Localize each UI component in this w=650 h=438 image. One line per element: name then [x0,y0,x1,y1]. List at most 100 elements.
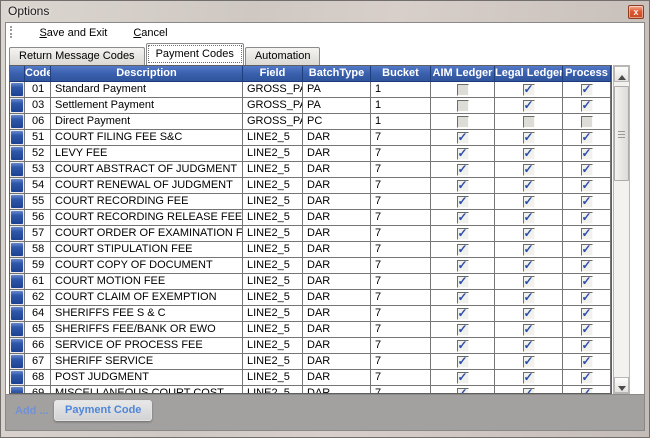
legal-ledger-checkbox[interactable] [522,274,535,289]
cell-code[interactable]: 03 [25,98,51,114]
aim-ledger-cell[interactable] [431,146,495,162]
aim-ledger-checkbox[interactable] [456,162,469,177]
scroll-down-icon[interactable] [614,377,629,393]
process-cell[interactable] [563,386,611,393]
row-selector[interactable] [10,290,25,306]
cell-description[interactable]: SHERIFFS FEE S & C [51,306,243,322]
cell-description[interactable]: COURT RECORDING FEE [51,194,243,210]
cell-bucket[interactable]: 7 [371,162,431,178]
cell-description[interactable]: COURT STIPULATION FEE [51,242,243,258]
process-cell[interactable] [563,290,611,306]
cell-description[interactable]: COURT MOTION FEE [51,274,243,290]
cell-bucket[interactable]: 7 [371,274,431,290]
cell-code[interactable]: 58 [25,242,51,258]
cell-bucket[interactable]: 7 [371,338,431,354]
cell-description[interactable]: MISCELLANEOUS COURT COST [51,386,243,393]
process-checkbox[interactable] [580,290,593,305]
legal-ledger-checkbox[interactable] [522,306,535,321]
tab-payment-codes[interactable]: Payment Codes [145,43,244,65]
row-selector[interactable] [10,146,25,162]
process-checkbox[interactable] [580,322,593,337]
legal-ledger-checkbox[interactable] [522,210,535,225]
cell-bucket[interactable]: 7 [371,130,431,146]
cell-bucket[interactable]: 1 [371,98,431,114]
cell-code[interactable]: 06 [25,114,51,130]
process-cell[interactable] [563,306,611,322]
cell-field[interactable]: LINE2_5 [243,354,303,370]
legal-ledger-cell[interactable] [495,274,563,290]
cell-code[interactable]: 69 [25,386,51,393]
aim-ledger-cell[interactable] [431,306,495,322]
cell-description[interactable]: Settlement Payment [51,98,243,114]
aim-ledger-checkbox[interactable] [456,354,469,369]
legal-ledger-checkbox[interactable] [522,258,535,273]
close-icon[interactable]: x [628,5,644,19]
aim-ledger-checkbox[interactable] [456,370,469,385]
row-selector[interactable] [10,370,25,386]
menu-item-save-and-exit[interactable]: Save and Exit [31,24,115,42]
cell-batch-type[interactable]: DAR [303,146,371,162]
column-header-description[interactable]: Description [51,66,243,82]
cell-batch-type[interactable]: DAR [303,370,371,386]
aim-ledger-cell[interactable] [431,370,495,386]
legal-ledger-cell[interactable] [495,194,563,210]
aim-ledger-checkbox[interactable] [456,258,469,273]
cell-batch-type[interactable]: DAR [303,274,371,290]
cell-field[interactable]: LINE2_5 [243,130,303,146]
cell-code[interactable]: 66 [25,338,51,354]
row-selector[interactable] [10,210,25,226]
cell-field[interactable]: GROSS_PAY [243,98,303,114]
process-checkbox[interactable] [580,370,593,385]
row-selector[interactable] [10,242,25,258]
process-cell[interactable] [563,162,611,178]
legal-ledger-checkbox[interactable] [522,226,535,241]
cell-batch-type[interactable]: DAR [303,194,371,210]
cell-field[interactable]: LINE2_5 [243,306,303,322]
cell-batch-type[interactable]: PC [303,114,371,130]
process-checkbox[interactable] [580,210,593,225]
aim-ledger-cell[interactable] [431,338,495,354]
cell-field[interactable]: LINE2_5 [243,290,303,306]
row-selector[interactable] [10,226,25,242]
cell-field[interactable]: LINE2_5 [243,370,303,386]
cell-field[interactable]: LINE2_5 [243,338,303,354]
aim-ledger-checkbox[interactable] [456,178,469,193]
process-cell[interactable] [563,242,611,258]
aim-ledger-cell[interactable] [431,210,495,226]
aim-ledger-checkbox[interactable] [456,274,469,289]
cell-code[interactable]: 57 [25,226,51,242]
process-cell[interactable] [563,226,611,242]
process-cell[interactable] [563,114,611,130]
cell-description[interactable]: COURT RECORDING RELEASE FEE [51,210,243,226]
process-cell[interactable] [563,178,611,194]
cell-bucket[interactable]: 7 [371,386,431,393]
cell-code[interactable]: 68 [25,370,51,386]
cell-description[interactable]: POST JUDGMENT [51,370,243,386]
legal-ledger-cell[interactable] [495,370,563,386]
aim-ledger-cell[interactable] [431,354,495,370]
cell-field[interactable]: LINE2_5 [243,178,303,194]
legal-ledger-checkbox[interactable] [522,370,535,385]
cell-batch-type[interactable]: DAR [303,258,371,274]
legal-ledger-checkbox[interactable] [522,290,535,305]
process-cell[interactable] [563,194,611,210]
legal-ledger-cell[interactable] [495,98,563,114]
process-cell[interactable] [563,210,611,226]
cell-code[interactable]: 64 [25,306,51,322]
cell-description[interactable]: Direct Payment [51,114,243,130]
cell-field[interactable]: GROSS_PAY [243,82,303,98]
vertical-scrollbar[interactable] [613,65,630,394]
cell-batch-type[interactable]: DAR [303,338,371,354]
aim-ledger-cell[interactable] [431,322,495,338]
cell-code[interactable]: 51 [25,130,51,146]
process-checkbox[interactable] [580,306,593,321]
title-bar[interactable]: Options x [1,1,649,22]
row-selector[interactable] [10,338,25,354]
legal-ledger-checkbox[interactable] [522,130,535,145]
cell-code[interactable]: 62 [25,290,51,306]
legal-ledger-cell[interactable] [495,386,563,393]
legal-ledger-cell[interactable] [495,322,563,338]
cell-bucket[interactable]: 7 [371,226,431,242]
row-selector[interactable] [10,274,25,290]
aim-ledger-checkbox[interactable] [456,322,469,337]
